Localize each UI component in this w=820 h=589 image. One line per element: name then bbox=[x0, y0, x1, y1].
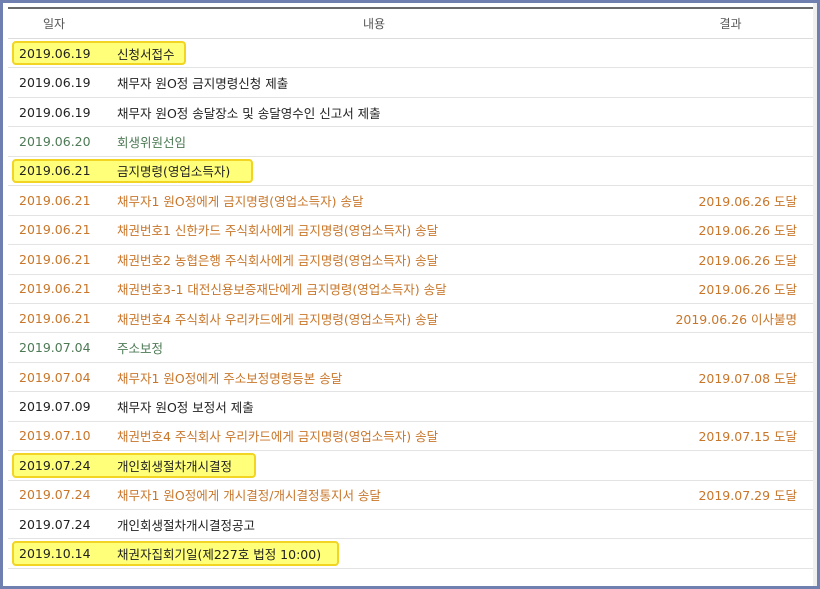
header-content: 내용 bbox=[362, 17, 386, 31]
row-date: 2019.06.21 bbox=[19, 163, 91, 179]
table-body: 2019.06.19 신청서접수 2019.06.19 채무자 원O정 금지명령신청 … bbox=[8, 39, 813, 569]
table-header: 일자 내용 결과 bbox=[8, 9, 813, 39]
row-date: 2019.07.04 bbox=[19, 340, 91, 356]
row-description: 채무자1 원O정에게 주소보정명령등본 송달 bbox=[117, 370, 343, 386]
row-date: 2019.06.21 bbox=[19, 251, 91, 267]
row-date: 2019.06.21 bbox=[19, 281, 91, 297]
case-history-panel: 일자 내용 결과 2019.06.19 신청서접수 2019.06.19 채무자 원O… bbox=[0, 0, 820, 589]
row-description: 채권번호1 신한카드 주식회사에게 금지명령(영업소득자) 송달 bbox=[117, 223, 439, 239]
row-description: 채권번호4 주식회사 우리카드에게 금지명령(영업소득자) 송달 bbox=[117, 429, 439, 445]
table-row: 2019.06.21 채권번호1 신한카드 주식회사에게 금지명령(영업소득자) … bbox=[8, 216, 813, 246]
table-row: 2019.07.09 채무자 원O정 보정서 제출 bbox=[8, 392, 813, 422]
row-description: 채무자 원O정 보정서 제출 bbox=[117, 399, 254, 415]
row-date: 2019.06.19 bbox=[19, 45, 91, 61]
row-date: 2019.07.24 bbox=[19, 516, 91, 532]
row-result: 2019.07.15 도달 bbox=[698, 429, 797, 445]
row-date: 2019.07.24 bbox=[19, 457, 91, 473]
row-description: 채권번호2 농협은행 주식회사에게 금지명령(영업소득자) 송달 bbox=[117, 252, 439, 268]
row-description: 금지명령(영업소득자) bbox=[117, 164, 231, 180]
row-result: 2019.06.26 도달 bbox=[698, 223, 797, 239]
table-row: 2019.06.21 채권번호4 주식회사 우리카드에게 금지명령(영업소득자) … bbox=[8, 304, 813, 334]
row-date: 2019.07.09 bbox=[19, 398, 91, 414]
row-date: 2019.10.14 bbox=[19, 546, 91, 562]
table-row: 2019.06.21 채권번호2 농협은행 주식회사에게 금지명령(영업소득자) … bbox=[8, 245, 813, 275]
row-description: 주소보정 bbox=[117, 341, 164, 357]
row-date: 2019.06.21 bbox=[19, 222, 91, 238]
row-description: 채무자1 원O정에게 금지명령(영업소득자) 송달 bbox=[117, 193, 364, 209]
row-date: 2019.06.20 bbox=[19, 134, 91, 150]
table-row: 2019.06.21 채권번호3-1 대전신용보증재단에게 금지명령(영업소득자)… bbox=[8, 275, 813, 304]
table-row: 2019.06.19 채무자 원O정 금지명령신청 제출 bbox=[8, 68, 813, 98]
row-description: 채권번호3-1 대전신용보증재단에게 금지명령(영업소득자) 송달 bbox=[117, 282, 447, 298]
row-description: 신청서접수 bbox=[117, 46, 175, 62]
case-history-table: 일자 내용 결과 2019.06.19 신청서접수 2019.06.19 채무자 원O… bbox=[8, 7, 813, 569]
row-description: 채권자집회기일(제227호 법정 10:00) bbox=[117, 547, 322, 563]
table-row: 2019.06.21 금지명령(영업소득자) bbox=[8, 157, 813, 187]
row-date: 2019.07.10 bbox=[19, 428, 91, 444]
table-row: 2019.07.24 채무자1 원O정에게 개시결정/개시결정통지서 송달 2019… bbox=[8, 481, 813, 510]
row-date: 2019.06.21 bbox=[19, 192, 91, 208]
table-row: 2019.06.19 채무자 원O정 송달장소 및 송달영수인 신고서 제출 bbox=[8, 98, 813, 128]
table-row: 2019.10.14 채권자집회기일(제227호 법정 10:00) bbox=[8, 539, 813, 569]
header-result: 결과 bbox=[719, 17, 742, 31]
row-description: 회생위원선임 bbox=[117, 135, 187, 151]
row-description: 채권번호4 주식회사 우리카드에게 금지명령(영업소득자) 송달 bbox=[117, 311, 439, 327]
table-row: 2019.07.24 개인회생절차개시결정 bbox=[8, 451, 813, 481]
scrollbar-track[interactable] bbox=[813, 3, 817, 586]
row-result: 2019.06.26 도달 bbox=[698, 282, 797, 298]
table-row: 2019.07.04 채무자1 원O정에게 주소보정명령등본 송달 2019.07.… bbox=[8, 363, 813, 393]
row-date: 2019.07.24 bbox=[19, 487, 91, 503]
row-result: 2019.07.29 도달 bbox=[698, 488, 797, 504]
row-description: 채무자 원O정 송달장소 및 송달영수인 신고서 제출 bbox=[117, 105, 381, 121]
row-result: 2019.07.08 도달 bbox=[698, 370, 797, 386]
row-result: 2019.06.26 이사불명 bbox=[675, 311, 797, 327]
table-row: 2019.06.21 채무자1 원O정에게 금지명령(영업소득자) 송달 2019.… bbox=[8, 186, 813, 216]
table-row: 2019.07.10 채권번호4 주식회사 우리카드에게 금지명령(영업소득자) … bbox=[8, 422, 813, 452]
row-result: 2019.06.26 도달 bbox=[698, 252, 797, 268]
header-date: 일자 bbox=[42, 17, 66, 31]
row-date: 2019.06.21 bbox=[19, 310, 91, 326]
row-date: 2019.06.19 bbox=[19, 104, 91, 120]
row-result: 2019.06.26 도달 bbox=[698, 193, 797, 209]
table-row: 2019.07.24 개인회생절차개시결정공고 bbox=[8, 510, 813, 540]
row-date: 2019.06.19 bbox=[19, 75, 91, 91]
row-description: 개인회생절차개시결정 bbox=[117, 458, 233, 474]
table-row: 2019.07.04 주소보정 bbox=[8, 333, 813, 363]
row-description: 개인회생절차개시결정공고 bbox=[117, 517, 256, 533]
row-description: 채무자 원O정 금지명령신청 제출 bbox=[117, 76, 289, 92]
table-row: 2019.06.20 회생위원선임 bbox=[8, 127, 813, 157]
row-description: 채무자1 원O정에게 개시결정/개시결정통지서 송달 bbox=[117, 488, 381, 504]
row-date: 2019.07.04 bbox=[19, 369, 91, 385]
table-row: 2019.06.19 신청서접수 bbox=[8, 39, 813, 69]
